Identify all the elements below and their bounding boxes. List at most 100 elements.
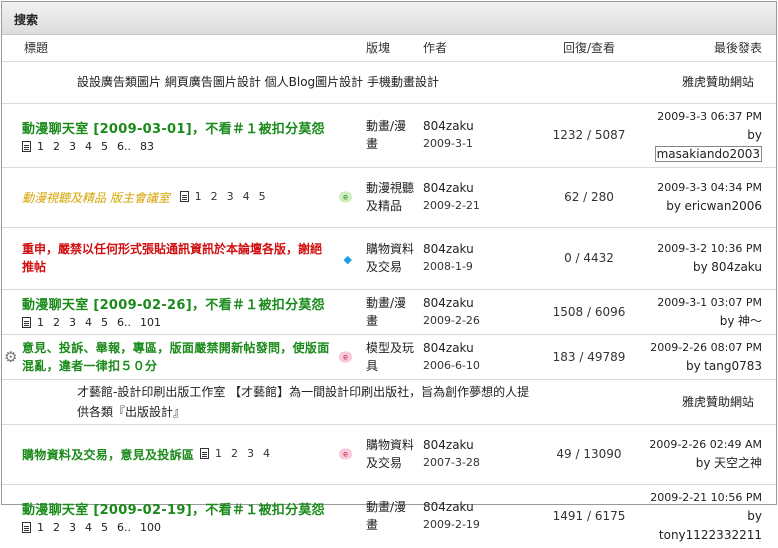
last-poster-link[interactable]: 804zaku [711, 260, 762, 274]
page-link[interactable]: 2 [53, 316, 60, 329]
post-date: 2006-6-10 [423, 358, 480, 372]
page-link[interactable]: 4 [263, 447, 270, 460]
ad-row: 才藝館-設計印刷出版工作室 【才藝館】為一間設計印刷出版社，旨為創作夢想的人提供… [2, 379, 776, 425]
author-link[interactable]: 804zaku [423, 500, 474, 514]
last-post-time[interactable]: 2009-2-21 10:56 PM [650, 491, 762, 504]
page-link[interactable]: 2 [53, 521, 60, 534]
page-link[interactable]: 2 [211, 190, 218, 203]
diamond-icon: ◆ [343, 253, 352, 267]
page-link[interactable]: 6.. [117, 521, 131, 534]
page-links: 1 2 3 4 5 6.. 100 [22, 521, 358, 534]
last-poster-link[interactable]: 天空之神 [714, 456, 762, 470]
last-post-time[interactable]: 2009-3-1 03:07 PM [657, 296, 762, 309]
page-link[interactable]: 1 [195, 190, 202, 203]
page-link[interactable]: 5 [101, 521, 108, 534]
reply-view-count: 0 / 4432 [534, 227, 644, 290]
last-poster-link[interactable]: tony1122332211 [659, 528, 762, 542]
thread-title-link[interactable]: 動漫聊天室 [2009-03-01]，不看＃１被扣分莫怨 [22, 122, 325, 137]
forum-link[interactable]: 動畫/漫畫 [366, 500, 406, 532]
column-header-row: 標題 版塊 作者 回復/查看 最後發表 [2, 35, 776, 62]
post-date: 2008-1-9 [423, 260, 473, 273]
page-link[interactable]: 5 [101, 316, 108, 329]
tag-icon: e [339, 191, 352, 203]
by-label: by [693, 260, 708, 274]
reply-count: 49 [556, 447, 572, 461]
last-poster-link[interactable]: masakiando2003 [654, 145, 762, 162]
last-poster-link[interactable]: tang0783 [704, 359, 762, 373]
last-post-time[interactable]: 2009-2-26 02:49 AM [649, 438, 762, 451]
post-date: 2009-3-1 [423, 137, 473, 150]
tag-icon: e [339, 448, 352, 460]
page-link[interactable]: 4 [85, 140, 92, 153]
table-row: 重申，嚴禁以任何形式張貼通訊資訊於本論壇各版，謝絕推帖 ◆ 購物資料及交易 80… [2, 227, 776, 290]
page-link[interactable]: 100 [140, 521, 161, 534]
author-link[interactable]: 804zaku [423, 438, 474, 452]
page-link[interactable]: 1 [37, 316, 44, 329]
multipage-icon [22, 140, 31, 152]
forum-link[interactable]: 購物資料及交易 [366, 242, 414, 274]
author-link[interactable]: 804zaku [423, 242, 474, 256]
by-label: by [685, 358, 701, 373]
page-link[interactable]: 6.. [117, 316, 131, 329]
page-links: 1 2 3 4 [200, 447, 279, 460]
page-links: 1 2 3 4 5 6.. 83 [22, 140, 358, 153]
page-link[interactable]: 3 [69, 140, 76, 153]
ad-link[interactable]: 設設廣告類圖片 網頁廣告圖片設計 個人Blog圖片設計 手機動畫設計 [77, 75, 439, 89]
page-link[interactable]: 4 [243, 190, 250, 203]
thread-title-link[interactable]: 重申，嚴禁以任何形式張貼通訊資訊於本論壇各版，謝絕推帖 [22, 242, 322, 274]
thread-title-link[interactable]: 購物資料及交易，意見及投訴區 [22, 448, 194, 462]
page-link[interactable]: 83 [140, 140, 154, 153]
last-post-time[interactable]: 2009-3-3 06:37 PM [657, 110, 762, 123]
page-link[interactable]: 2 [231, 447, 238, 460]
page-link[interactable]: 1 [37, 140, 44, 153]
view-count: 6175 [594, 509, 626, 523]
last-post-time[interactable]: 2009-3-3 04:34 PM [657, 181, 762, 194]
page-link[interactable]: 3 [69, 316, 76, 329]
page-link[interactable]: 6.. [117, 140, 131, 153]
page-link[interactable]: 3 [69, 521, 76, 534]
page-link[interactable]: 1 [215, 447, 222, 460]
forum-link[interactable]: 動畫/漫畫 [366, 296, 406, 328]
by-label: by [747, 127, 762, 142]
ad-row: 設設廣告類圖片 網頁廣告圖片設計 個人Blog圖片設計 手機動畫設計 雅虎贊助網… [2, 61, 776, 104]
page-link[interactable]: 1 [37, 521, 44, 534]
table-row: ⚙ 意見、投訴、舉報，專區，版面嚴禁開新帖發問，使版面混亂，違者一律扣５０分 e… [2, 334, 776, 380]
last-post-time[interactable]: 2009-2-26 08:07 PM [650, 341, 762, 354]
thread-title-link[interactable]: 動漫聊天室 [2009-02-26]，不看＃１被扣分莫怨 [22, 298, 325, 313]
ad-link[interactable]: 才藝館-設計印刷出版工作室 【才藝館】為一間設計印刷出版社，旨為創作夢想的人提供… [77, 385, 529, 419]
page-link[interactable]: 2 [53, 140, 60, 153]
table-row: 動漫聊天室 [2009-02-19]，不看＃１被扣分莫怨 1 2 3 4 5 6… [2, 484, 776, 548]
col-title: 標題 [2, 35, 362, 62]
page-link[interactable]: 4 [85, 316, 92, 329]
reply-view-count: 1508 / 6096 [534, 289, 644, 335]
forum-link[interactable]: 模型及玩具 [366, 341, 414, 373]
page-link[interactable]: 101 [140, 316, 161, 329]
author-link[interactable]: 804zaku [423, 119, 474, 133]
thread-title-link[interactable]: 動漫視聽及精品 版主會議室 [22, 191, 170, 205]
page-link[interactable]: 5 [101, 140, 108, 153]
forum-link[interactable]: 動漫視聽及精品 [366, 181, 414, 213]
last-poster-link[interactable]: ericwan2006 [684, 199, 762, 213]
author-link[interactable]: 804zaku [423, 341, 474, 355]
page-link[interactable]: 3 [247, 447, 254, 460]
page-link[interactable]: 4 [85, 521, 92, 534]
author-link[interactable]: 804zaku [423, 296, 474, 310]
col-last: 最後發表 [644, 35, 776, 62]
author-link[interactable]: 804zaku [423, 181, 474, 195]
page-link[interactable]: 3 [227, 190, 234, 203]
forum-link[interactable]: 動畫/漫畫 [366, 119, 406, 151]
page-link[interactable]: 5 [259, 190, 266, 203]
thread-title-link[interactable]: 動漫聊天室 [2009-02-19]，不看＃１被扣分莫怨 [22, 503, 325, 518]
last-poster-link[interactable]: 神～ [738, 314, 762, 328]
thread-title-link[interactable]: 意見、投訴、舉報，專區，版面嚴禁開新帖發問，使版面混亂，違者一律扣５０分 [22, 341, 330, 373]
reply-view-count: 1491 / 6175 [552, 509, 626, 523]
results-table: 標題 版塊 作者 回復/查看 最後發表 設設廣告類圖片 網頁廣告圖片設計 個人B… [2, 35, 776, 548]
view-count: 5087 [594, 128, 626, 142]
view-count: 6096 [594, 304, 626, 319]
by-label: by [719, 313, 735, 328]
panel-title: 搜索 [2, 2, 776, 35]
reply-count: 183 [552, 349, 576, 364]
last-post-time[interactable]: 2009-3-2 10:36 PM [657, 242, 762, 255]
search-results-panel: 搜索 標題 版塊 作者 回復/查看 最後發表 設設廣告類圖片 網頁廣告圖片設計 … [1, 1, 777, 542]
forum-link[interactable]: 購物資料及交易 [366, 438, 414, 470]
